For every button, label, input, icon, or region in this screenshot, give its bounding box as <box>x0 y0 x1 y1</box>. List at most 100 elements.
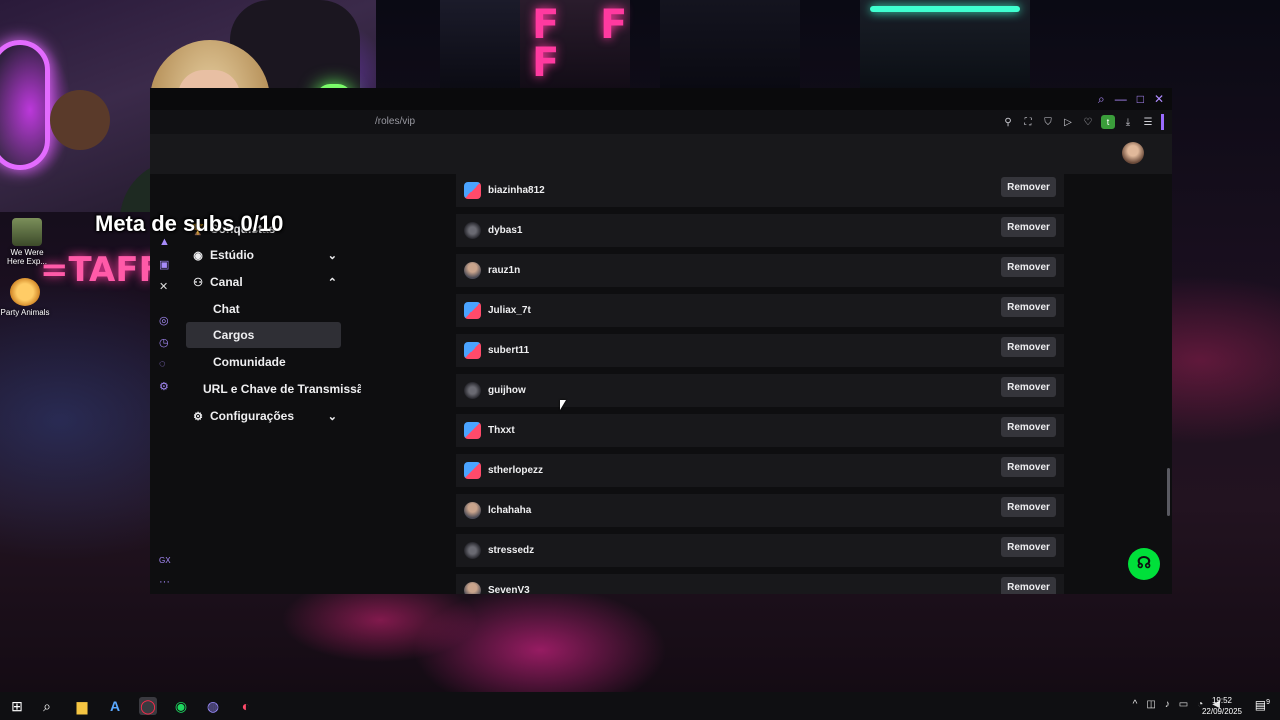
neon-strip <box>870 6 1020 12</box>
player-icon[interactable]: ◎ <box>159 314 169 327</box>
table-row: biazinha812 Remover <box>456 174 1064 207</box>
remove-button[interactable]: Remover <box>1001 177 1056 197</box>
browser-toolbar: ⚲ ⛶ ⛉ ▷ ♡ t ⤓ ☰ <box>1001 114 1164 130</box>
mic-icon[interactable]: ♪ <box>1165 699 1170 710</box>
download-icon[interactable]: ⤓ <box>1121 117 1135 128</box>
username: biazinha812 <box>488 185 545 196</box>
sidebar-item-canal[interactable]: ⚇ Canal ⌃ <box>186 269 341 295</box>
search-icon[interactable]: ⌕ <box>1098 92 1105 106</box>
windows-start-icon[interactable]: ⊞ <box>8 697 26 715</box>
remove-button[interactable]: Remover <box>1001 257 1056 277</box>
app-icon[interactable]: A <box>106 697 124 715</box>
remove-button[interactable]: Remover <box>1001 417 1056 437</box>
browser-window: ⌕ — □ ✕ /roles/vip ⚲ ⛶ ⛉ ▷ ♡ t ⤓ ☰ ▲ ▣ ✕… <box>150 88 1172 594</box>
chevron-up-icon[interactable]: ^ <box>1133 699 1138 710</box>
headset-icon: ☊ <box>1136 555 1152 572</box>
sidebar-item-label: URL e Chave de Transmissão <box>203 382 361 396</box>
file-explorer-icon[interactable]: ▆ <box>73 697 91 715</box>
clock[interactable]: 19:52 22/09/2025 <box>1202 695 1242 717</box>
table-row: Juliax_7t Remover <box>456 294 1064 327</box>
desktop-icon-party-animals[interactable]: Party Animals <box>0 278 50 317</box>
screenshot-icon[interactable]: ⛶ <box>1021 117 1035 128</box>
sidebar-item-label: Configurações <box>210 409 295 423</box>
background-building <box>860 0 1030 90</box>
sidebar-item-label: Canal <box>210 275 243 289</box>
username: rauz1n <box>488 265 521 276</box>
neon-sign: F <box>532 40 560 86</box>
pin-icon[interactable]: ⚲ <box>1001 117 1015 128</box>
settings-icon[interactable]: ⚙ <box>159 380 169 393</box>
game-icon <box>10 278 40 306</box>
notification-icon[interactable]: ▤9 <box>1255 698 1270 712</box>
search-icon[interactable]: ⌕ <box>38 697 56 715</box>
remove-button[interactable]: Remover <box>1001 497 1056 517</box>
remove-button[interactable]: Remover <box>1001 297 1056 317</box>
user-avatar <box>464 182 481 199</box>
table-row: stressedz Remover <box>456 534 1064 567</box>
table-row: SevenV3 Remover <box>456 574 1064 594</box>
game-icon <box>12 218 42 246</box>
messenger-icon[interactable]: ◌ <box>159 358 166 370</box>
app-icon[interactable]: ◍ <box>204 697 222 715</box>
sidebar-item-chat[interactable]: Chat <box>186 296 341 322</box>
neon-light <box>0 40 50 170</box>
remove-button[interactable]: Remover <box>1001 577 1056 594</box>
username: dybas1 <box>488 225 523 236</box>
aria-icon[interactable]: ▲ <box>159 236 170 248</box>
app-icon[interactable]: ◐ <box>237 697 255 715</box>
extension-icon[interactable]: t <box>1101 115 1115 129</box>
display-icon[interactable]: ▭ <box>1179 699 1188 710</box>
title-bar: ⌕ — □ ✕ <box>150 88 1172 110</box>
sidebar-item-configuracoes[interactable]: ⚙ Configurações ⌄ <box>186 403 341 429</box>
remove-button[interactable]: Remover <box>1001 537 1056 557</box>
address-bar[interactable]: /roles/vip ⚲ ⛶ ⛉ ▷ ♡ t ⤓ ☰ <box>150 110 1172 134</box>
remove-button[interactable]: Remover <box>1001 457 1056 477</box>
username: stressedz <box>488 545 535 556</box>
user-avatar <box>464 302 481 319</box>
browser-side-rail: ▲ ▣ ✕ ◎ ◷ ◌ ⚙ GX ··· <box>150 218 182 594</box>
spotify-icon[interactable]: ◉ <box>172 697 190 715</box>
clock-time: 19:52 <box>1211 696 1232 705</box>
sidebar-item-estudio[interactable]: ◉ Estúdio ⌄ <box>186 242 341 268</box>
x-icon[interactable]: ✕ <box>159 280 168 293</box>
desktop-icon-we-were-here[interactable]: We Were Here Exp... <box>2 218 52 266</box>
minimize-icon[interactable]: — <box>1115 92 1127 106</box>
sidebar-item-comunidade[interactable]: Comunidade <box>186 349 341 375</box>
plush-toy <box>50 90 110 150</box>
creator-sidebar: 🏆 Conquistas ◉ Estúdio ⌄ ⚇ Canal ⌃ Chat … <box>182 212 361 594</box>
mouse-cursor <box>560 400 566 410</box>
table-row: subert11 Remover <box>456 334 1064 367</box>
help-button[interactable]: ☊ <box>1128 548 1160 580</box>
sidebar-item-label: Chat <box>213 302 240 316</box>
sidebar-item-cargos[interactable]: Cargos <box>186 322 341 348</box>
more-icon[interactable]: ··· <box>159 576 170 588</box>
network-icon[interactable]: ◫ <box>1146 699 1155 710</box>
url-text[interactable]: /roles/vip <box>375 116 415 127</box>
notification-count: 9 <box>1266 699 1270 706</box>
subs-goal-overlay: Meta de subs 0/10 <box>95 211 284 236</box>
shield-icon[interactable]: ⛉ <box>1041 117 1055 128</box>
username: SevenV3 <box>488 585 530 594</box>
table-row: rauz1n Remover <box>456 254 1064 287</box>
heart-icon[interactable]: ♡ <box>1081 117 1095 128</box>
opera-gx-icon[interactable]: ◯ <box>139 697 157 715</box>
maximize-icon[interactable]: □ <box>1137 92 1144 106</box>
user-avatar <box>464 462 481 479</box>
remove-button[interactable]: Remover <box>1001 337 1056 357</box>
gx-icon[interactable]: GX <box>159 556 171 565</box>
play-icon[interactable]: ▷ <box>1061 117 1075 128</box>
twitch-icon[interactable]: ▣ <box>159 258 169 271</box>
table-row: dybas1 Remover <box>456 214 1064 247</box>
sidebar-item-label: Comunidade <box>213 355 286 369</box>
user-avatar <box>464 422 481 439</box>
history-icon[interactable]: ◷ <box>159 336 169 349</box>
scrollbar[interactable] <box>1167 468 1170 516</box>
close-icon[interactable]: ✕ <box>1154 92 1164 106</box>
username: stherlopezz <box>488 465 544 476</box>
user-avatar[interactable] <box>1122 142 1144 164</box>
user-avatar <box>464 342 481 359</box>
menu-icon[interactable]: ☰ <box>1141 117 1155 128</box>
remove-button[interactable]: Remover <box>1001 377 1056 397</box>
sidebar-item-url-chave[interactable]: URL e Chave de Transmissão <box>186 376 361 402</box>
remove-button[interactable]: Remover <box>1001 217 1056 237</box>
